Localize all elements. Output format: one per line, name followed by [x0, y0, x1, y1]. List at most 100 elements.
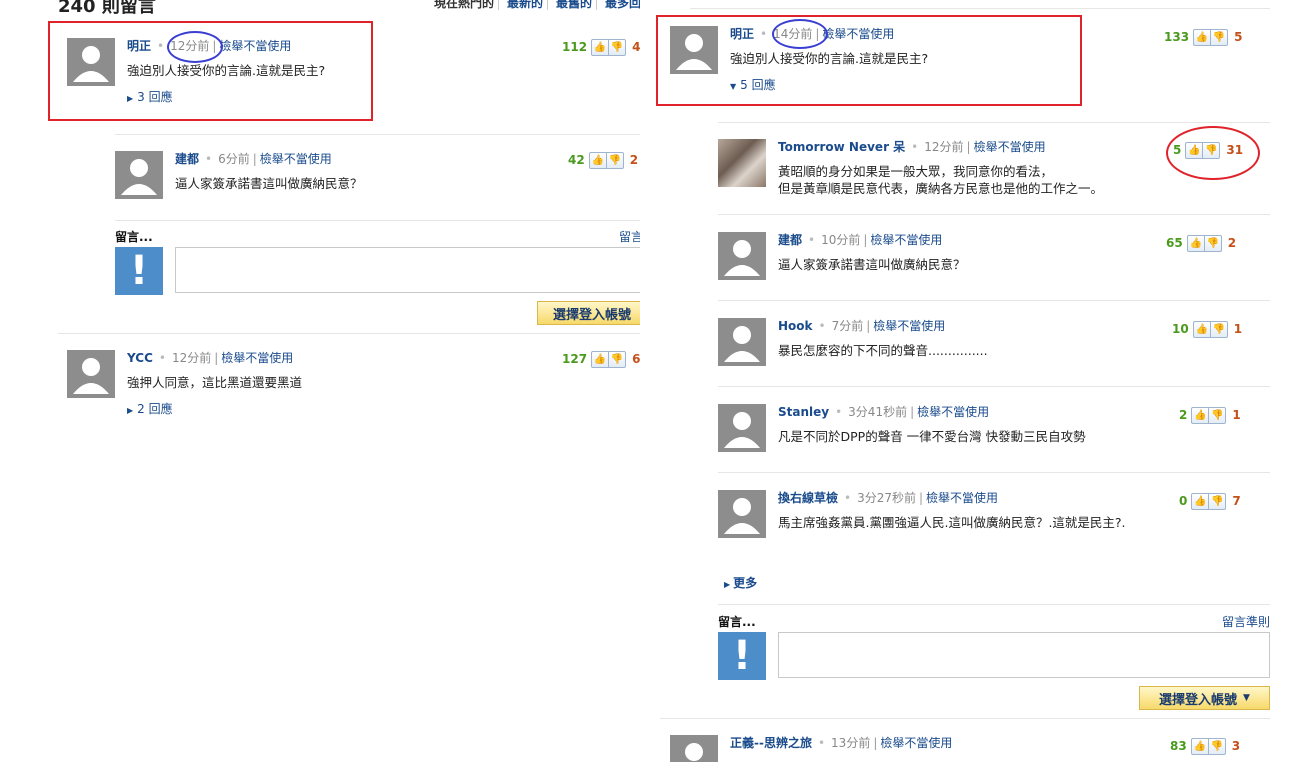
- thumbs-up-icon[interactable]: 👍: [592, 40, 608, 55]
- thumbs-up-icon[interactable]: 👍: [1192, 739, 1208, 754]
- divider: [660, 718, 1270, 719]
- divider: [718, 386, 1270, 387]
- up-count: 10: [1172, 322, 1189, 336]
- tab-newest[interactable]: 最新的: [503, 0, 549, 10]
- report-link[interactable]: 檢舉不當使用: [974, 140, 1046, 154]
- divider: [718, 214, 1270, 215]
- thumbs-down-icon[interactable]: 👎: [1210, 29, 1227, 45]
- comment-text: 暴民怎麼容的下不同的聲音...............: [778, 343, 988, 358]
- vote-box: 0 👍 👎 7: [1179, 492, 1241, 510]
- up-count: 2: [1179, 408, 1188, 422]
- report-link[interactable]: 檢舉不當使用: [221, 351, 293, 365]
- triangle-right-icon: ▶: [127, 406, 134, 415]
- divider: [718, 604, 1270, 605]
- author-link[interactable]: 換右線草檢: [778, 491, 838, 505]
- avatar-photo: [718, 139, 766, 187]
- vote-box: 2 👍 👎 1: [1179, 406, 1241, 424]
- comment-item: 換右線草檢 • 3分27秒前 | 檢舉不當使用 馬主席強姦黨員.黨團強逼人民.這叫做廣納…: [718, 490, 1270, 540]
- thumbs-up-icon[interactable]: 👍: [1194, 30, 1210, 45]
- vote-box: 133 👍 👎 5: [1164, 28, 1242, 46]
- down-count: 3: [1231, 739, 1241, 753]
- up-count: 112: [562, 40, 588, 54]
- author-link[interactable]: Tomorrow Never 呆: [778, 140, 905, 154]
- report-link[interactable]: 檢舉不當使用: [880, 736, 952, 750]
- divider: [718, 472, 1270, 473]
- up-count: 133: [1164, 30, 1190, 44]
- comment-count-title: 240 則留言: [58, 0, 156, 17]
- avatar: [115, 151, 163, 199]
- timestamp: 6分前: [218, 152, 250, 166]
- login-account-button[interactable]: 選擇登入帳號 ▼: [1139, 686, 1270, 710]
- down-count: 1: [1233, 322, 1243, 336]
- thumbs-down-icon[interactable]: 👎: [608, 39, 625, 55]
- report-link[interactable]: 檢舉不當使用: [260, 152, 332, 166]
- rules-link[interactable]: 留言: [619, 228, 640, 245]
- comment-meta: Stanley • 3分41秒前 | 檢舉不當使用: [778, 405, 990, 419]
- thumbs-up-icon[interactable]: 👍: [1192, 494, 1208, 509]
- timestamp: 12分前: [171, 351, 212, 365]
- exclamation-icon: !: [718, 632, 766, 680]
- avatar: [670, 735, 718, 762]
- tab-most-replies[interactable]: 最多回應: [601, 0, 640, 10]
- vote-box: 65 👍 👎 2: [1166, 234, 1236, 252]
- down-count: 7: [1232, 494, 1241, 508]
- report-link[interactable]: 檢舉不當使用: [870, 233, 942, 247]
- comment-text: 逼人家簽承諾書這叫做廣納民意？: [778, 257, 966, 272]
- thumbs-down-icon[interactable]: 👎: [608, 351, 625, 367]
- tab-popular[interactable]: 現在熱門的: [430, 0, 500, 10]
- reply-box-label: 留言...: [115, 230, 153, 244]
- down-count: 2: [629, 153, 639, 167]
- annotation-red-rectangle: [656, 15, 1082, 106]
- thumbs-up-icon[interactable]: 👍: [1194, 322, 1210, 337]
- author-link[interactable]: 建都: [175, 152, 199, 166]
- comment-meta: 建都 • 10分前 | 檢舉不當使用: [778, 233, 943, 247]
- comment-meta: 正義--思辨之旅 • 13分前 | 檢舉不當使用: [730, 736, 953, 750]
- divider: [58, 333, 640, 334]
- comment-text: 黃昭順的身分如果是一般大眾，我同意你的看法， 但是黃章順是民意代表，廣納各方民意也…: [778, 164, 1104, 196]
- timestamp: 13分前: [831, 736, 871, 750]
- thumbs-up-icon[interactable]: 👍: [592, 352, 608, 367]
- comment-input[interactable]: [175, 247, 640, 293]
- rules-link[interactable]: 留言準則: [1222, 613, 1270, 630]
- author-link[interactable]: YCC: [127, 351, 153, 365]
- comment-meta: YCC • 12分前 | 檢舉不當使用: [127, 351, 294, 365]
- comment-meta: 換右線草檢 • 3分27秒前 | 檢舉不當使用: [778, 491, 999, 505]
- tab-oldest[interactable]: 最舊的: [552, 0, 598, 10]
- down-count: 1: [1232, 408, 1241, 422]
- annotation-red-ellipse: [1166, 126, 1260, 180]
- up-count: 83: [1170, 739, 1187, 753]
- report-link[interactable]: 檢舉不當使用: [917, 405, 989, 419]
- author-link[interactable]: Hook: [778, 319, 813, 333]
- more-link[interactable]: ▶ 更多: [724, 574, 757, 591]
- report-link[interactable]: 檢舉不當使用: [873, 319, 945, 333]
- thumbs-down-icon[interactable]: 👎: [1207, 738, 1225, 754]
- down-count: 6: [632, 352, 640, 366]
- avatar: [718, 232, 766, 280]
- divider: [115, 220, 640, 221]
- thumbs-up-icon[interactable]: 👍: [590, 153, 606, 168]
- divider: [718, 300, 1270, 301]
- thumbs-up-icon[interactable]: 👍: [1188, 236, 1204, 251]
- author-link[interactable]: 建都: [778, 233, 802, 247]
- replies-toggle[interactable]: ▶ 2 回應: [127, 400, 173, 417]
- author-link[interactable]: 正義--思辨之旅: [730, 736, 812, 750]
- comment-meta: Hook • 7分前 | 檢舉不當使用: [778, 319, 946, 333]
- timestamp: 10分前: [821, 233, 861, 247]
- thumbs-down-icon[interactable]: 👎: [1208, 493, 1225, 509]
- comment-item: 建都 • 6分前 | 檢舉不當使用 逼人家簽承諾書這叫做廣納民意？ 42 👍 👎 2: [115, 151, 640, 201]
- thumbs-down-icon[interactable]: 👎: [1209, 321, 1227, 337]
- author-link[interactable]: Stanley: [778, 405, 829, 419]
- thumbs-down-icon[interactable]: 👎: [1203, 235, 1221, 251]
- login-account-button[interactable]: 選擇登入帳號: [537, 301, 640, 325]
- report-link[interactable]: 檢舉不當使用: [926, 491, 998, 505]
- thumbs-up-icon[interactable]: 👍: [1192, 408, 1208, 423]
- thumbs-down-icon[interactable]: 👎: [1208, 407, 1225, 423]
- thumbs-down-icon[interactable]: 👎: [605, 152, 623, 168]
- comment-text: 逼人家簽承諾書這叫做廣納民意？: [175, 176, 363, 191]
- avatar: [718, 404, 766, 452]
- divider: [115, 134, 640, 135]
- comment-item: YCC • 12分前 | 檢舉不當使用 強押人同意，這比黑道還要黑道 ▶ 2 回應 127…: [67, 350, 640, 420]
- comment-text: 強押人同意，這比黑道還要黑道: [127, 375, 303, 390]
- comment-input[interactable]: [778, 632, 1270, 678]
- avatar: [67, 350, 115, 398]
